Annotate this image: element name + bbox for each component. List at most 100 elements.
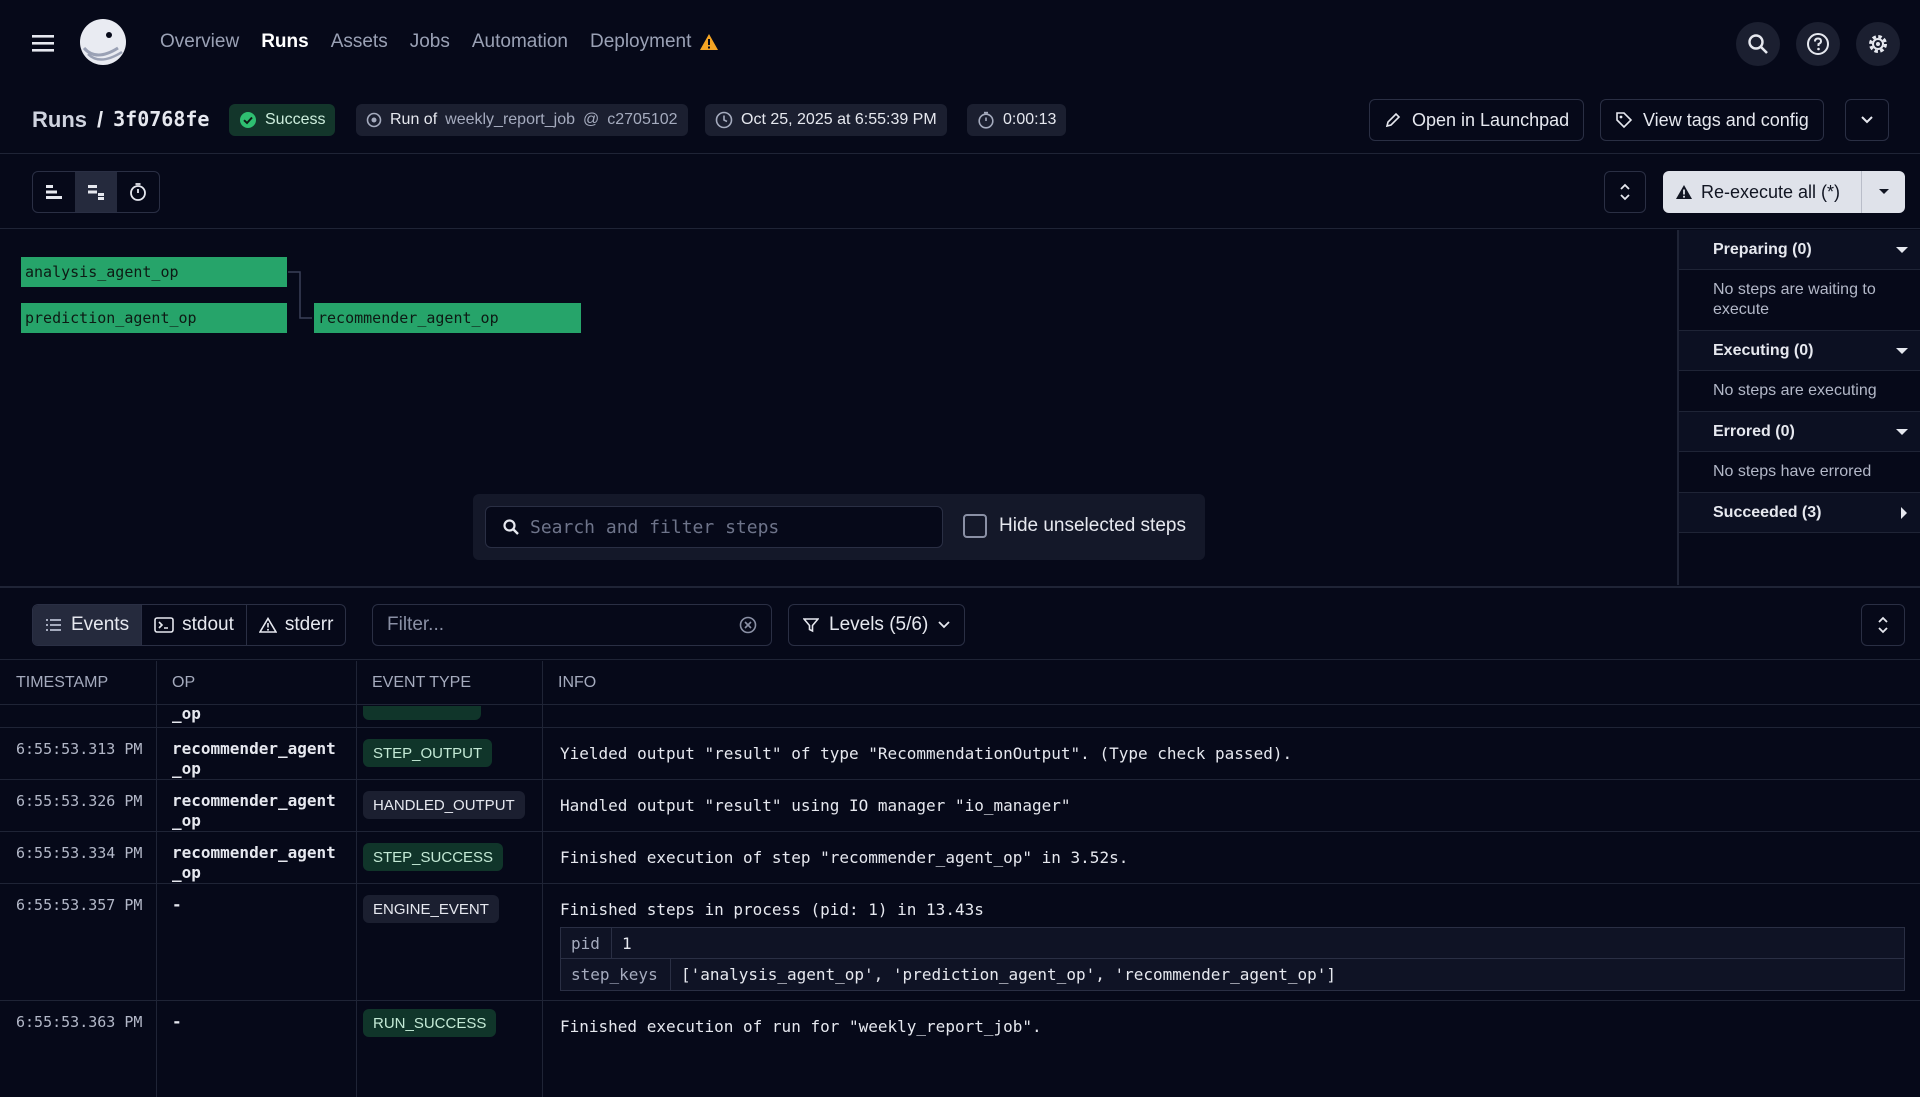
run-id: 3f0768fe [113,107,210,131]
caret-down-icon [1896,246,1908,254]
event-type-badge: ENGINE_EVENT [363,895,499,923]
start-time: Oct 25, 2025 at 6:55:39 PM [741,111,937,128]
nav-overview[interactable]: Overview [160,31,239,53]
metadata-row: pid 1 [561,928,1904,959]
job-icon [366,112,382,128]
step-search-input[interactable] [530,516,910,538]
op-name-line1: recommender_agent [172,843,336,862]
list-icon [45,617,63,633]
flat-view-button[interactable] [75,172,117,212]
reexecute-all-label: Re-execute all (*) [1701,181,1841,202]
gantt-view-toggle [32,171,160,213]
table-row[interactable]: _op [0,706,1920,728]
breadcrumb-runs-link[interactable]: Runs [32,107,87,133]
open-in-launchpad-label: Open in Launchpad [1412,109,1570,130]
warning-icon [699,33,719,51]
waterfall-view-button[interactable] [33,172,75,212]
step-search-box [485,506,943,548]
settings-button[interactable] [1856,22,1900,66]
tab-stderr-label: stderr [284,614,334,635]
logs-expand-button[interactable] [1861,604,1905,646]
event-type-badge: RUN_SUCCESS [363,1009,497,1037]
succeeded-section-header[interactable]: Succeeded (3) [1679,493,1920,533]
reexecute-options-button[interactable] [1861,171,1905,213]
menu-icon[interactable] [30,30,56,56]
view-tags-config-button[interactable]: View tags and config [1600,99,1824,141]
timed-view-button[interactable] [117,172,159,212]
duration-tag: 0:00:13 [967,104,1067,136]
errored-title: Errored (0) [1713,422,1795,440]
gantt-flat-icon [86,183,106,201]
search-button[interactable] [1736,22,1780,66]
run-header: Runs / 3f0768fe Success Run of weekly_re… [0,84,1920,154]
row-info: Finished execution of run for "weekly_re… [560,1017,1042,1036]
step-analysis-agent-op[interactable]: analysis_agent_op [21,257,287,287]
op-name-line2: _op [172,759,201,778]
op-name-line2: _op [172,863,201,882]
header-op: OP [172,673,196,691]
caret-down-icon [1896,428,1908,436]
more-actions-button[interactable] [1845,99,1889,141]
row-info: Handled output "result" using IO manager… [560,796,1071,815]
tab-stderr[interactable]: stderr [247,605,346,645]
log-table-header: TIMESTAMP OP EVENT TYPE INFO [0,661,1920,705]
table-row[interactable]: 6:55:53.357 PM - ENGINE_EVENT Finished s… [0,884,1920,1001]
caret-right-icon [1900,506,1908,519]
nav-assets[interactable]: Assets [331,31,388,53]
tab-events-label: Events [71,614,130,635]
op-name: _op [172,706,201,723]
stopwatch-icon [128,182,148,202]
nav-runs[interactable]: Runs [261,31,309,53]
job-name-link[interactable]: weekly_report_job [445,111,575,129]
open-in-launchpad-button[interactable]: Open in Launchpad [1369,99,1585,141]
executing-body: No steps are executing [1679,371,1920,412]
nav-deployment[interactable]: Deployment [590,31,719,53]
executing-section-header[interactable]: Executing (0) [1679,331,1920,371]
timer-icon [977,111,995,129]
levels-filter-button[interactable]: Levels (5/6) [788,604,966,646]
nav-jobs[interactable]: Jobs [410,31,450,53]
dagster-logo-icon[interactable] [78,18,128,68]
errored-body: No steps have errored [1679,452,1920,493]
tag-icon [1615,111,1633,129]
log-filter-input[interactable] [387,614,739,636]
caret-down-icon [1896,347,1908,355]
expand-collapse-button[interactable] [1604,171,1646,213]
reexecute-all-button[interactable]: Re-execute all (*) [1663,171,1861,213]
table-row[interactable]: 6:55:53.334 PM recommender_agent _op STEP… [0,832,1920,884]
tab-stdout-label: stdout [182,614,234,635]
terminal-icon [154,617,174,633]
tab-events[interactable]: Events [33,605,143,645]
help-button[interactable] [1796,22,1840,66]
chevron-down-icon [1860,115,1874,125]
tab-stdout[interactable]: stdout [142,605,247,645]
caret-down-icon [1878,188,1890,196]
table-row[interactable]: 6:55:53.313 PM recommender_agent _op STEP… [0,728,1920,780]
search-icon [502,518,520,536]
nav-automation[interactable]: Automation [472,31,568,53]
check-circle-icon [239,111,257,129]
event-type-badge: HANDLED_OUTPUT [363,791,525,819]
preparing-section-header[interactable]: Preparing (0) [1679,230,1920,270]
expand-vertical-icon [1618,183,1632,201]
row-info: Finished execution of step "recommender_… [560,848,1129,867]
hide-unselected-checkbox[interactable] [963,514,987,538]
step-status-panel: Preparing (0) No steps are waiting to ex… [1677,230,1920,585]
succeeded-title: Succeeded (3) [1713,503,1822,521]
table-row[interactable]: 6:55:53.326 PM recommender_agent _op HAND… [0,780,1920,832]
step-recommender-agent-op[interactable]: recommender_agent_op [314,303,581,333]
row-timestamp: 6:55:53.334 PM [16,844,143,862]
breadcrumb-separator: / [97,107,104,132]
clear-icon[interactable] [739,616,757,634]
op-name-line2: _op [172,811,201,830]
row-timestamp: 6:55:53.363 PM [16,1013,143,1031]
errored-section-header[interactable]: Errored (0) [1679,412,1920,452]
pencil-icon [1384,111,1402,129]
run-of-tag[interactable]: Run of weekly_report_job @ c2705102 [356,104,688,136]
hide-unselected-toggle[interactable]: Hide unselected steps [963,514,1186,538]
step-prediction-agent-op[interactable]: prediction_agent_op [21,303,287,333]
commit-hash: c2705102 [607,111,678,128]
table-row[interactable]: 6:55:53.363 PM - RUN_SUCCESS Finished ex… [0,1001,1920,1097]
log-type-tabs: Events stdout stderr [32,604,347,646]
preparing-title: Preparing (0) [1713,240,1812,258]
